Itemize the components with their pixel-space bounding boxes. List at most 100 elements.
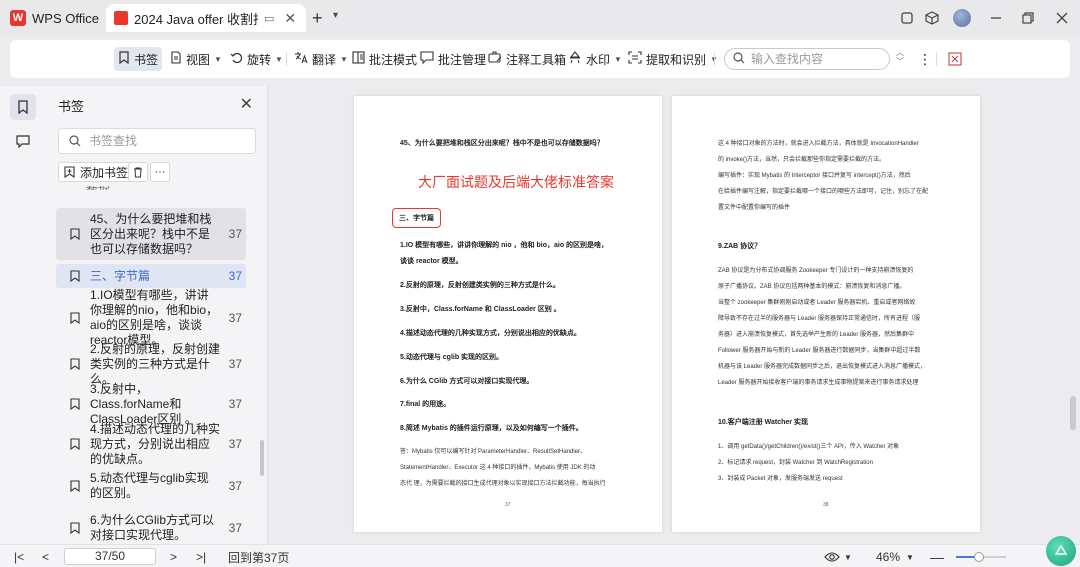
more-bookmark-options-button[interactable]: ··· <box>150 162 170 182</box>
bookmark-item[interactable]: 1.IO模型有哪些，讲讲你理解的nio，他和bio，aio的区别是啥，谈谈rea… <box>56 288 246 347</box>
add-bookmark-label: 添加书签 <box>80 165 129 180</box>
user-avatar[interactable] <box>952 8 972 28</box>
avatar-image <box>953 9 971 27</box>
toolbar-annotation-toolbox-button[interactable]: 注释工具箱 <box>484 47 570 71</box>
back-to-page-link[interactable]: 回到第37页 <box>228 549 289 565</box>
close-icon[interactable]: ✕ <box>240 94 253 114</box>
doc-body-text: 务器）进入崩溃恢复模式，首先选举产生新的 Leader 服务器，然后集群中 <box>718 332 915 338</box>
first-page-icon[interactable]: |< <box>14 549 24 565</box>
document-tab[interactable]: 2024 Java offer 收割指南.pdf ▭ ✕ <box>106 4 306 32</box>
toolbar-bookmark-label: 书签 <box>134 52 159 67</box>
zoom-slider[interactable] <box>956 552 1006 562</box>
last-page-icon[interactable]: >| <box>196 549 206 565</box>
bookmark-icon <box>68 311 82 325</box>
bookmark-text: 3.反射中，Class.forName和ClassLoader区别 。 <box>90 381 197 426</box>
doc-question: 7.final 的用途。 <box>400 401 451 408</box>
chevron-down-icon: ▼ <box>340 54 348 64</box>
panel-title: 书签 <box>58 99 85 114</box>
bookmark-item[interactable]: 5.动态代理与cglib实现的区别。 37 <box>56 468 246 504</box>
doc-question: 45、为什么要把堆和栈区分出来呢？栈中不是也可以存储数据吗？ <box>400 140 604 147</box>
bookmark-icon <box>18 100 28 114</box>
toolbar-annotate-mode-label: 批注模式 <box>369 52 418 67</box>
app-name: WPS Office <box>32 10 99 26</box>
toolbar-watermark-button[interactable]: 水印 ▼ <box>564 47 626 71</box>
toolbar-extract-label: 提取和识别 <box>646 52 707 67</box>
annotate-mode-icon <box>352 51 365 67</box>
document-viewport[interactable]: 45、为什么要把堆和栈区分出来呢？栈中不是也可以存储数据吗？ 大厂面试题及后端大… <box>268 86 1080 544</box>
window-layout-icon[interactable] <box>898 8 914 28</box>
chevron-down-icon: ▼ <box>214 54 222 64</box>
toolbar-view-button[interactable]: 视图 ▼ <box>166 47 226 71</box>
toolbar-translate-button[interactable]: 翻译 ▼ <box>290 47 352 71</box>
rotate-icon <box>230 51 243 67</box>
bookmark-text: 三、字节篇 <box>90 268 151 283</box>
app-brand[interactable]: W WPS Office <box>10 8 99 28</box>
doc-body-text: ZAB 协议是为分布式协调服务 Zookeeper 专门设计的一种支持崩溃恢复的 <box>718 268 914 274</box>
toolbar-rotate-label: 旋转 <box>247 52 272 67</box>
next-page-icon[interactable]: > <box>170 549 177 565</box>
minimize-icon[interactable] <box>988 8 1004 28</box>
bookmark-page: 37 <box>228 227 242 241</box>
extract-icon <box>628 51 642 67</box>
doc-section-heading: 三、字节篇 <box>392 208 441 228</box>
bookmark-icon <box>68 437 82 451</box>
zoom-level[interactable]: 46% <box>876 549 900 565</box>
clipped-bookmark-text: 数据… <box>86 186 122 190</box>
doc-question: 谈谈 reactor 模型。 <box>400 258 463 265</box>
doc-question: 8.简述 Mybatis 的插件运行原理，以及如何编写一个插件。 <box>400 425 583 432</box>
add-bookmark-icon <box>64 166 75 178</box>
watermark-icon <box>568 51 582 67</box>
cube-app-icon[interactable] <box>924 8 940 28</box>
bookmark-item[interactable]: 2.反射的原理，反射创建类实例的三种方式是什么。 37 <box>56 342 246 386</box>
add-bookmark-button[interactable]: 添加书签 <box>58 162 135 182</box>
doc-body-text: 这 4 种接口对象的方法时，就会进入拦截方法，具体就是 InvocationHa… <box>718 141 919 147</box>
view-icon <box>170 51 182 67</box>
doc-question: 9.ZAB 协议？ <box>718 243 762 250</box>
bookmark-item[interactable]: 3.反射中，Class.forName和ClassLoader区别 。 37 <box>56 382 246 426</box>
bookmark-search-box[interactable] <box>58 128 256 154</box>
find-search-box[interactable] <box>724 48 890 70</box>
read-mode-button[interactable]: ▼ <box>824 549 852 565</box>
search-prev-next-icon[interactable]: ︿ ﹀ <box>892 48 908 70</box>
find-search-input[interactable] <box>751 52 871 66</box>
toolbar-divider <box>936 52 937 66</box>
zoom-slider-knob[interactable] <box>974 552 984 562</box>
new-tab-button[interactable]: + <box>312 8 323 28</box>
chevron-down-icon: ▼ <box>614 54 622 64</box>
toolbar-annotate-mode-button[interactable]: 批注模式 <box>348 47 421 71</box>
panel-scrollbar[interactable] <box>260 440 264 476</box>
zoom-out-button[interactable]: — <box>930 549 944 565</box>
window-mode-icon[interactable]: ▭ <box>264 12 274 25</box>
bookmark-page: 37 <box>228 437 242 451</box>
tab-close-icon[interactable]: ✕ <box>284 10 296 27</box>
close-toolbar-icon[interactable] <box>944 47 966 71</box>
bookmark-search-input[interactable] <box>89 134 239 148</box>
close-window-icon[interactable] <box>1054 8 1070 28</box>
zoom-menu-chevron-icon[interactable]: ▼ <box>906 549 914 565</box>
document-scrollbar[interactable] <box>1070 396 1076 430</box>
bookmark-panel-button[interactable] <box>10 94 36 120</box>
restore-icon[interactable] <box>1020 8 1036 28</box>
toolbar-extract-button[interactable]: 提取和识别 ▼ <box>624 47 722 71</box>
page-number-input[interactable]: 37/50 <box>64 548 156 565</box>
toolbox-icon <box>488 51 502 67</box>
bookmark-item-current[interactable]: 三、字节篇 37 <box>56 264 246 288</box>
bookmark-item[interactable]: 45、为什么要把堆和栈区分出来呢？栈中不是也可以存储数据吗？ 37 <box>56 208 246 260</box>
more-options-icon[interactable]: ⋮ <box>914 47 936 71</box>
toolbar-comment-manage-button[interactable]: 批注管理 <box>416 47 490 71</box>
comment-panel-button[interactable] <box>10 128 36 154</box>
prev-page-icon[interactable]: < <box>42 549 49 565</box>
toolbar-bookmark-button[interactable]: 书签 <box>114 47 163 71</box>
toolbar-rotate-button[interactable]: 旋转 ▼ <box>226 47 287 71</box>
bookmark-item[interactable]: 6.为什么CGlib方式可以对接口实现代理。 37 <box>56 510 246 544</box>
bookmark-item[interactable]: 4.描述动态代理的几种实现方式，分别说出相应的优缺点。 37 <box>56 422 246 466</box>
page-number: 37 <box>505 502 511 508</box>
doc-body-text: Follower 服务器开始与新的 Leader 服务器进行数据同步，当集群中超… <box>718 348 921 354</box>
new-tab-menu-icon[interactable]: ▾ <box>333 10 338 21</box>
delete-bookmark-button[interactable] <box>128 162 148 182</box>
assistant-float-button[interactable] <box>1046 536 1076 566</box>
assistant-icon <box>1054 544 1068 555</box>
bookmark-page: 37 <box>228 357 242 371</box>
bookmark-page: 37 <box>228 269 242 283</box>
chevron-down-icon: ▼ <box>844 552 852 562</box>
